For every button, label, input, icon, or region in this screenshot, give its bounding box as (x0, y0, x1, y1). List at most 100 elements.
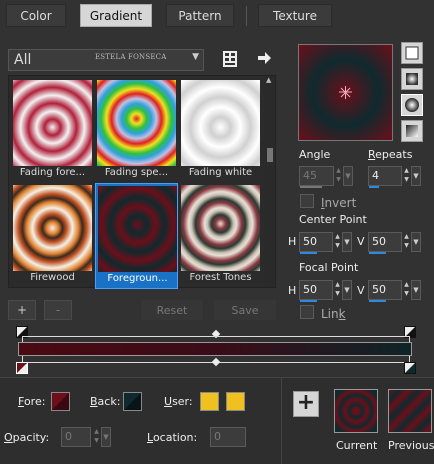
previous-label: Previous (388, 439, 434, 452)
location-input[interactable]: 0 (210, 427, 246, 447)
gradient-thumbnail (181, 80, 260, 166)
focal-v-spinner[interactable]: ▲ ▼ (402, 280, 411, 300)
gradient-gallery: Fading fore... Fading spe... Fading whit… (8, 75, 276, 289)
focal-h-spinner[interactable]: ▲ ▼ (333, 280, 342, 300)
focal-h-dropdown[interactable]: ▼ (342, 280, 352, 300)
center-v-dropdown[interactable]: ▼ (411, 232, 421, 252)
opacity-value: 0 (65, 430, 72, 443)
center-v-value: 50 (372, 235, 386, 248)
gradient-thumbnail (97, 80, 176, 166)
color-stop-start-icon[interactable] (16, 362, 28, 374)
category-value: All (14, 52, 32, 68)
angle-input[interactable]: 45 (299, 166, 334, 188)
focal-v-label: V (357, 284, 365, 297)
save-button[interactable]: Save (214, 300, 276, 320)
center-h-dropdown[interactable]: ▼ (342, 232, 352, 252)
opacity-spinner[interactable]: ▲ ▼ (92, 427, 101, 447)
gallery-item-fading-foreground[interactable]: Fading fore... (11, 78, 94, 184)
fore-color-swatch[interactable] (51, 392, 70, 411)
center-v-input[interactable]: 50 (368, 232, 402, 254)
tab-texture[interactable]: Texture (258, 4, 332, 27)
repeats-input[interactable]: 4 (368, 166, 402, 188)
tab-gradient[interactable]: Gradient (80, 4, 152, 27)
scroll-up-icon[interactable]: ▲ (266, 76, 271, 84)
gallery-item-label: Firewood (30, 272, 75, 283)
shape-corner-icon[interactable] (401, 120, 423, 142)
gradient-thumbnail (13, 80, 92, 166)
gallery-scrollbar[interactable]: ▲ (265, 76, 275, 287)
angle-slider-fill (300, 186, 322, 188)
focal-h-input[interactable]: 50 (299, 280, 333, 302)
location-value: 0 (214, 430, 221, 443)
gallery-item-firewood[interactable]: Firewood (11, 183, 94, 289)
add-stop-button[interactable]: + (8, 300, 36, 320)
add-color-icon[interactable]: + (293, 391, 319, 417)
tab-pattern[interactable]: Pattern (166, 4, 234, 27)
tiles-icon[interactable] (222, 50, 238, 68)
focal-v-dropdown[interactable]: ▼ (411, 280, 421, 300)
back-color-swatch[interactable] (123, 392, 142, 411)
gallery-item-fading-white[interactable]: Fading white (179, 78, 262, 184)
gallery-item-forest-tones[interactable]: Forest Tones (179, 183, 262, 289)
center-h-label: H (288, 235, 297, 248)
shape-radial-icon[interactable] (401, 94, 423, 116)
center-v-spinner[interactable]: ▲ ▼ (402, 232, 411, 252)
focal-h-value: 50 (303, 283, 317, 296)
center-point-label: Center Point (299, 213, 367, 226)
center-h-spinner[interactable]: ▲ ▼ (333, 232, 342, 252)
previous-gradient-swatch[interactable] (388, 389, 432, 433)
user-color-swatch[interactable] (200, 392, 219, 411)
shape-linear-icon[interactable] (401, 42, 423, 64)
angle-dropdown[interactable]: ▼ (343, 166, 353, 186)
invert-checkbox[interactable] (300, 194, 314, 208)
gallery-item-fading-spectrum[interactable]: Fading spe... (95, 78, 178, 184)
repeats-value: 4 (372, 169, 379, 182)
user-color-picker[interactable] (226, 392, 245, 411)
center-h-value: 50 (303, 235, 317, 248)
repeats-label: Repeats (368, 148, 413, 161)
user-label: User: (164, 395, 193, 408)
angle-spinner[interactable]: ▲ ▼ (334, 166, 343, 186)
focal-point-label: Focal Point (299, 261, 359, 274)
link-label: Link (321, 307, 346, 321)
gradient-bar[interactable] (18, 342, 412, 356)
focal-v-input[interactable]: 50 (368, 280, 402, 302)
center-v-label: V (357, 235, 365, 248)
color-midpoint-handle[interactable] (211, 357, 221, 367)
scrollbar-thumb[interactable] (267, 148, 273, 162)
gallery-item-label: Foregroun... (107, 273, 168, 284)
location-label: Location: (147, 431, 198, 444)
center-v-slider-fill (369, 252, 386, 254)
angle-label: Angle (299, 148, 331, 161)
opacity-track (22, 336, 410, 337)
invert-label: Invert (321, 196, 357, 210)
center-h-slider-fill (300, 252, 317, 254)
current-gradient-swatch[interactable] (334, 389, 378, 433)
color-stop-end-icon[interactable] (404, 362, 416, 374)
opacity-dropdown[interactable]: ▼ (101, 427, 111, 447)
reset-button[interactable]: Reset (141, 300, 203, 320)
tab-color[interactable]: Color (6, 4, 66, 27)
gallery-item-label: Fading white (188, 167, 253, 178)
gallery-item-foreground-background[interactable]: Foregroun... (95, 183, 178, 289)
focal-h-label: H (288, 284, 297, 297)
repeats-dropdown[interactable]: ▼ (411, 166, 421, 186)
repeats-spinner[interactable]: ▲ ▼ (402, 166, 411, 186)
category-dropdown[interactable]: All ESTELA FONSECA ▼ (8, 49, 204, 71)
opacity-input[interactable]: 0 (61, 427, 91, 447)
gradient-thumbnail (13, 185, 92, 271)
focal-h-slider-fill (300, 300, 317, 302)
remove-stop-button[interactable]: - (44, 300, 72, 320)
gradient-thumbnail (98, 186, 177, 272)
focal-v-slider-fill (369, 300, 386, 302)
link-checkbox[interactable] (300, 305, 314, 319)
gallery-item-label: Fading fore... (19, 167, 86, 178)
panel-divider (281, 378, 282, 464)
shape-rect-icon[interactable] (401, 68, 423, 90)
tab-separator (246, 6, 247, 26)
gradient-preview[interactable] (298, 44, 393, 141)
focal-v-value: 50 (372, 283, 386, 296)
center-h-input[interactable]: 50 (299, 232, 333, 254)
repeats-slider-fill (369, 186, 379, 188)
arrow-right-icon[interactable] (256, 50, 272, 66)
